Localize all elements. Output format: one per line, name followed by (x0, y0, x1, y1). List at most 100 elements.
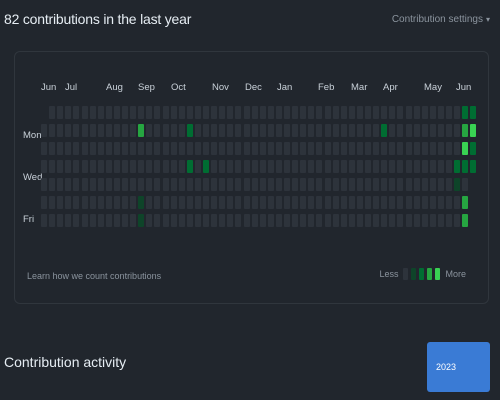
contribution-day-cell[interactable] (81, 160, 88, 173)
contribution-day-cell[interactable] (462, 142, 469, 155)
contribution-day-cell[interactable] (397, 178, 404, 191)
contribution-day-cell[interactable] (146, 196, 153, 209)
contribution-day-cell[interactable] (170, 124, 177, 137)
contribution-day-cell[interactable] (365, 178, 371, 191)
contribution-day-cell[interactable] (356, 106, 363, 119)
contribution-day-cell[interactable] (381, 214, 388, 227)
contribution-day-cell[interactable] (211, 160, 218, 173)
contribution-day-cell[interactable] (162, 196, 169, 209)
contribution-day-cell[interactable] (284, 106, 290, 119)
contribution-day-cell[interactable] (356, 124, 363, 137)
contribution-day-cell[interactable] (365, 160, 371, 173)
contribution-day-cell[interactable] (81, 124, 88, 137)
contribution-day-cell[interactable] (113, 214, 120, 227)
contribution-day-cell[interactable] (154, 106, 161, 119)
contribution-day-cell[interactable] (429, 178, 436, 191)
contribution-day-cell[interactable] (405, 196, 412, 209)
contribution-day-cell[interactable] (300, 160, 307, 173)
contribution-day-cell[interactable] (89, 142, 96, 155)
contribution-day-cell[interactable] (284, 214, 290, 227)
contribution-day-cell[interactable] (49, 106, 56, 119)
contribution-day-cell[interactable] (154, 178, 161, 191)
contribution-day-cell[interactable] (186, 160, 193, 173)
contribution-day-cell[interactable] (194, 214, 201, 227)
contribution-day-cell[interactable] (243, 214, 250, 227)
contribution-day-cell[interactable] (381, 178, 388, 191)
contribution-day-cell[interactable] (170, 160, 177, 173)
contribution-day-cell[interactable] (138, 178, 145, 191)
contribution-day-cell[interactable] (130, 214, 137, 227)
contribution-day-cell[interactable] (65, 124, 72, 137)
contribution-day-cell[interactable] (97, 178, 104, 191)
contribution-day-cell[interactable] (41, 178, 47, 191)
contribution-day-cell[interactable] (186, 214, 193, 227)
contribution-day-cell[interactable] (89, 106, 96, 119)
contribution-day-cell[interactable] (227, 178, 234, 191)
contribution-day-cell[interactable] (65, 106, 72, 119)
contribution-day-cell[interactable] (57, 196, 64, 209)
contribution-day-cell[interactable] (178, 178, 185, 191)
contribution-day-cell[interactable] (178, 142, 185, 155)
contribution-day-cell[interactable] (437, 214, 444, 227)
contribution-day-cell[interactable] (462, 214, 469, 227)
contribution-day-cell[interactable] (251, 160, 258, 173)
contribution-day-cell[interactable] (162, 214, 169, 227)
contribution-day-cell[interactable] (41, 214, 47, 227)
contribution-day-cell[interactable] (105, 214, 112, 227)
contribution-day-cell[interactable] (275, 214, 282, 227)
contribution-day-cell[interactable] (348, 214, 355, 227)
contribution-day-cell[interactable] (162, 106, 169, 119)
contribution-day-cell[interactable] (219, 124, 226, 137)
contribution-day-cell[interactable] (454, 124, 461, 137)
contribution-day-cell[interactable] (429, 124, 436, 137)
contribution-day-cell[interactable] (348, 160, 355, 173)
contribution-day-cell[interactable] (243, 142, 250, 155)
contribution-day-cell[interactable] (348, 196, 355, 209)
contribution-day-cell[interactable] (130, 178, 137, 191)
contribution-day-cell[interactable] (284, 196, 290, 209)
contribution-day-cell[interactable] (89, 214, 96, 227)
contribution-day-cell[interactable] (405, 178, 412, 191)
contribution-day-cell[interactable] (446, 142, 452, 155)
contribution-day-cell[interactable] (356, 178, 363, 191)
contribution-day-cell[interactable] (138, 214, 145, 227)
contribution-day-cell[interactable] (203, 142, 209, 155)
contribution-day-cell[interactable] (397, 214, 404, 227)
contribution-day-cell[interactable] (89, 178, 96, 191)
contribution-day-cell[interactable] (138, 160, 145, 173)
contribution-day-cell[interactable] (243, 106, 250, 119)
contribution-day-cell[interactable] (421, 160, 428, 173)
contribution-day-cell[interactable] (178, 124, 185, 137)
contribution-day-cell[interactable] (49, 196, 56, 209)
contribution-day-cell[interactable] (405, 142, 412, 155)
contribution-day-cell[interactable] (437, 160, 444, 173)
contribution-day-cell[interactable] (113, 178, 120, 191)
contribution-day-cell[interactable] (259, 196, 266, 209)
contribution-day-cell[interactable] (178, 196, 185, 209)
contribution-day-cell[interactable] (154, 142, 161, 155)
contribution-day-cell[interactable] (373, 142, 380, 155)
contribution-day-cell[interactable] (130, 196, 137, 209)
contribution-day-cell[interactable] (437, 178, 444, 191)
contribution-day-cell[interactable] (178, 106, 185, 119)
contribution-day-cell[interactable] (356, 214, 363, 227)
contribution-day-cell[interactable] (373, 196, 380, 209)
contribution-day-cell[interactable] (97, 124, 104, 137)
contribution-day-cell[interactable] (219, 178, 226, 191)
contribution-day-cell[interactable] (267, 106, 274, 119)
contribution-day-cell[interactable] (381, 160, 388, 173)
contribution-day-cell[interactable] (41, 142, 47, 155)
contribution-day-cell[interactable] (389, 196, 396, 209)
contribution-day-cell[interactable] (389, 160, 396, 173)
contribution-day-cell[interactable] (211, 178, 218, 191)
contribution-day-cell[interactable] (81, 196, 88, 209)
contribution-day-cell[interactable] (219, 142, 226, 155)
contribution-day-cell[interactable] (292, 124, 299, 137)
contribution-day-cell[interactable] (340, 178, 347, 191)
contribution-day-cell[interactable] (97, 196, 104, 209)
contribution-day-cell[interactable] (243, 196, 250, 209)
contribution-day-cell[interactable] (267, 142, 274, 155)
contribution-day-cell[interactable] (365, 124, 371, 137)
contribution-day-cell[interactable] (73, 124, 80, 137)
contribution-day-cell[interactable] (259, 106, 266, 119)
